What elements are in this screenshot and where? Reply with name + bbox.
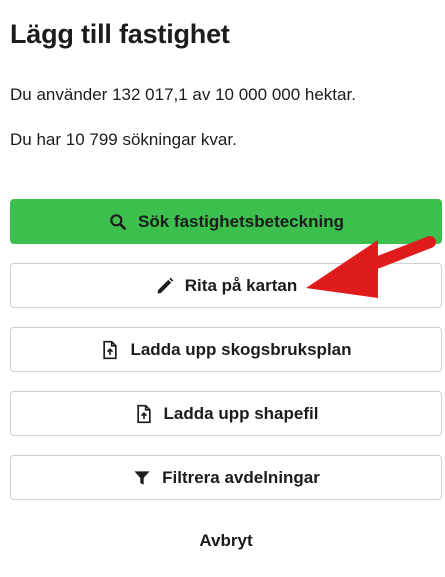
filter-icon <box>132 468 152 488</box>
cancel-button[interactable]: Avbryt <box>10 528 442 554</box>
usage-text: Du använder 132 017,1 av 10 000 000 hekt… <box>10 85 356 104</box>
upload-shapefile-label: Ladda upp shapefil <box>163 403 319 423</box>
draw-on-map-label: Rita på kartan <box>184 275 298 295</box>
filter-compartments-label: Filtrera avdelningar <box>162 467 320 487</box>
searches-remaining-text: Du har 10 799 sökningar kvar. <box>10 130 237 149</box>
search-property-button[interactable]: Sök fastighetsbeteckning <box>10 199 442 244</box>
file-upload-icon <box>134 404 154 424</box>
draw-on-map-button[interactable]: Rita på kartan <box>10 263 442 308</box>
filter-compartments-button[interactable]: Filtrera avdelningar <box>10 455 442 500</box>
upload-shapefile-button[interactable]: Ladda upp shapefil <box>10 391 442 436</box>
page-title: Lägg till fastighet <box>10 19 230 49</box>
upload-forest-plan-label: Ladda upp skogsbruksplan <box>130 339 352 359</box>
search-icon <box>108 212 128 232</box>
search-property-label: Sök fastighetsbeteckning <box>138 211 344 231</box>
upload-forest-plan-button[interactable]: Ladda upp skogsbruksplan <box>10 327 442 372</box>
pencil-icon <box>155 276 175 296</box>
file-upload-icon <box>100 340 120 360</box>
